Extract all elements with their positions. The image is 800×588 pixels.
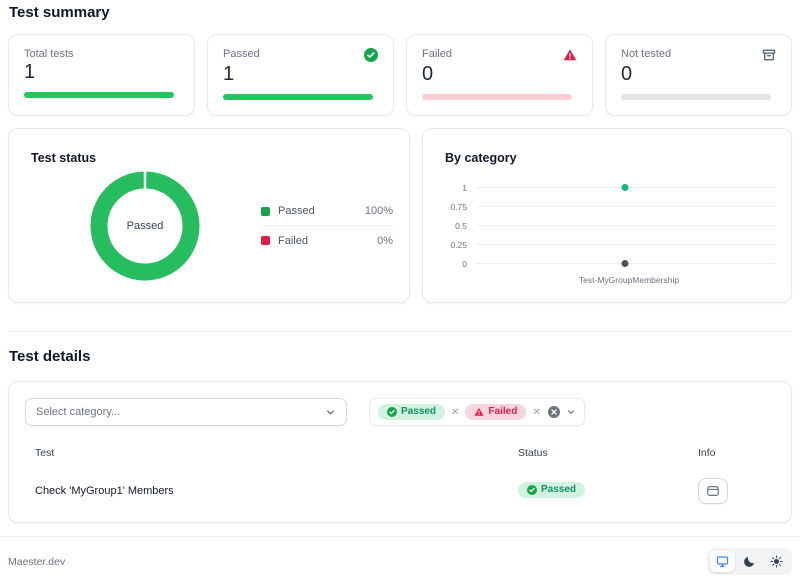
progress-bar-passed xyxy=(223,94,374,100)
y-tick: 0.25 xyxy=(450,239,467,250)
passed-swatch-icon xyxy=(261,206,270,216)
test-status-title: Test status xyxy=(31,151,97,165)
status-badge: Passed xyxy=(518,482,586,498)
column-header-status: Status xyxy=(518,447,548,459)
check-circle-icon xyxy=(527,485,537,495)
failed-swatch-icon xyxy=(261,236,270,245)
monitor-icon xyxy=(716,556,729,567)
test-status-card: Test status Passed Passed 100% Failed 0% xyxy=(8,128,410,303)
remove-failed-filter-icon[interactable]: ✕ xyxy=(531,407,541,418)
y-tick: 0 xyxy=(462,258,467,269)
stat-value: 1 xyxy=(24,61,36,83)
gridline xyxy=(475,225,775,226)
status-filter-multiselect[interactable]: Passed ✕ Failed ✕ xyxy=(369,398,585,426)
test-name: Check 'MyGroup1' Members xyxy=(35,485,174,497)
progress-bar-total xyxy=(24,92,175,98)
progress-bar-failed xyxy=(422,94,573,100)
stat-card-total: Total tests 1 xyxy=(8,34,195,116)
x-axis-category-label: Test-MyGroupMembership xyxy=(578,275,680,285)
stat-label: Passed xyxy=(223,48,260,60)
legend-value: 0% xyxy=(377,234,393,247)
stat-label: Not tested xyxy=(621,48,672,60)
legend-label: Passed xyxy=(278,205,315,217)
archive-box-icon xyxy=(762,48,776,62)
charts-row: Test status Passed Passed 100% Failed 0%… xyxy=(8,128,792,303)
theme-dark-button[interactable] xyxy=(737,551,762,572)
column-header-info: Info xyxy=(698,447,716,459)
summary-cards: Total tests 1 Passed 1 Failed 0 Not test… xyxy=(8,34,792,116)
window-icon xyxy=(707,486,719,496)
theme-system-button[interactable] xyxy=(710,551,735,572)
pill-label: Passed xyxy=(401,406,437,417)
filter-row: Select category... Passed ✕ Failed ✕ xyxy=(25,398,775,426)
clear-all-filters-icon[interactable] xyxy=(547,405,561,419)
brand-link[interactable]: Maester.dev xyxy=(8,556,65,568)
theme-toggle-group xyxy=(707,548,792,575)
stat-label: Failed xyxy=(422,48,452,60)
category-scatter-chart: 1 0.75 0.5 0.25 0 Test-MyGroupMembership xyxy=(439,178,775,285)
stat-value: 0 xyxy=(621,63,633,85)
maester-report-page: Test summary Total tests 1 Passed 1 Fail… xyxy=(0,0,800,588)
check-circle-icon xyxy=(387,407,397,417)
stat-card-passed: Passed 1 xyxy=(207,34,394,116)
zero-data-point[interactable] xyxy=(621,260,629,267)
footer: Maester.dev xyxy=(8,537,792,575)
category-select-placeholder: Select category... xyxy=(36,406,121,418)
section-divider xyxy=(8,331,792,332)
donut-chart[interactable]: Passed xyxy=(89,170,201,282)
check-circle-icon xyxy=(364,48,378,62)
sun-icon xyxy=(770,555,783,568)
stat-value: 1 xyxy=(223,63,235,85)
stat-value: 0 xyxy=(422,63,434,85)
test-details-card: Select category... Passed ✕ Failed ✕ Tes… xyxy=(8,381,792,523)
donut-center-label: Passed xyxy=(126,220,164,232)
legend-value: 100% xyxy=(364,205,393,217)
moon-icon xyxy=(744,556,755,567)
stat-card-failed: Failed 0 xyxy=(406,34,593,116)
gridline xyxy=(475,206,775,207)
chevron-down-icon xyxy=(325,407,336,418)
category-select[interactable]: Select category... xyxy=(25,398,347,426)
legend-row-failed[interactable]: Failed 0% xyxy=(261,226,393,255)
legend-row-passed[interactable]: Passed 100% xyxy=(261,197,393,226)
status-badge-label: Passed xyxy=(541,484,577,495)
y-tick: 0.75 xyxy=(450,201,467,212)
pill-label: Failed xyxy=(488,406,518,417)
chevron-down-icon[interactable] xyxy=(566,407,576,417)
open-test-details-button[interactable] xyxy=(698,478,728,504)
passed-filter-pill[interactable]: Passed xyxy=(378,404,446,420)
gridline xyxy=(475,260,775,267)
y-tick: 0.5 xyxy=(455,220,467,231)
warning-triangle-icon xyxy=(474,408,484,416)
legend-label: Failed xyxy=(278,234,308,247)
gridline xyxy=(475,184,775,191)
tests-table: Test Status Info Check 'MyGroup1' Member… xyxy=(25,447,775,504)
warning-triangle-icon xyxy=(563,48,577,62)
summary-section-title: Test summary xyxy=(9,4,110,21)
stat-label: Total tests xyxy=(24,48,74,60)
column-header-test: Test xyxy=(35,447,55,459)
passed-data-point[interactable] xyxy=(621,184,629,191)
failed-filter-pill[interactable]: Failed xyxy=(465,404,527,420)
details-section-title: Test details xyxy=(9,348,91,365)
theme-light-button[interactable] xyxy=(764,551,789,572)
progress-bar-not-tested xyxy=(621,94,772,100)
y-tick: 1 xyxy=(462,182,467,193)
stat-card-not-tested: Not tested 0 xyxy=(605,34,792,116)
by-category-card: By category 1 0.75 0.5 0.25 0 Test-MyGro… xyxy=(422,128,792,303)
gridline xyxy=(475,244,775,245)
table-header-row: Test Status Info xyxy=(25,447,775,459)
status-legend: Passed 100% Failed 0% xyxy=(261,197,393,255)
table-row[interactable]: Check 'MyGroup1' Members Passed xyxy=(25,478,775,504)
by-category-title: By category xyxy=(445,151,517,165)
remove-passed-filter-icon[interactable]: ✕ xyxy=(450,407,460,418)
